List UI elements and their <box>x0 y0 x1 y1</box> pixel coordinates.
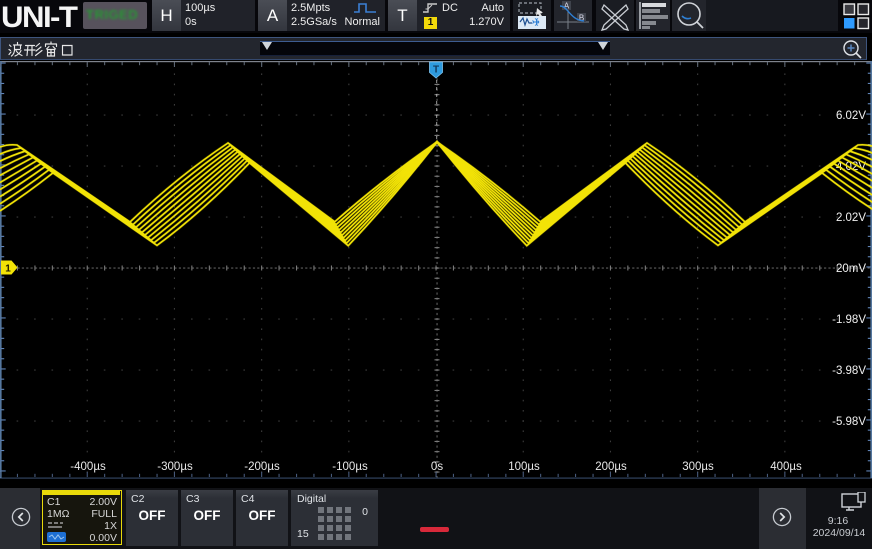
svg-text:-1.98V: -1.98V <box>832 314 866 326</box>
svg-text:0s: 0s <box>431 461 443 473</box>
svg-text:400µs: 400µs <box>770 461 802 473</box>
svg-text:-200µs: -200µs <box>244 461 280 473</box>
svg-text:2.02V: 2.02V <box>836 212 866 224</box>
svg-text:300µs: 300µs <box>682 461 714 473</box>
svg-text:-3.98V: -3.98V <box>832 365 866 377</box>
svg-text:-5.98V: -5.98V <box>832 416 866 428</box>
svg-text:-400µs: -400µs <box>70 461 106 473</box>
svg-text:T: T <box>433 65 439 76</box>
svg-text:20mV: 20mV <box>836 263 866 275</box>
svg-text:-100µs: -100µs <box>332 461 368 473</box>
svg-text:-300µs: -300µs <box>157 461 193 473</box>
svg-text:100µs: 100µs <box>508 461 540 473</box>
svg-text:6.02V: 6.02V <box>836 110 866 122</box>
svg-text:1: 1 <box>5 264 11 275</box>
svg-text:200µs: 200µs <box>595 461 627 473</box>
